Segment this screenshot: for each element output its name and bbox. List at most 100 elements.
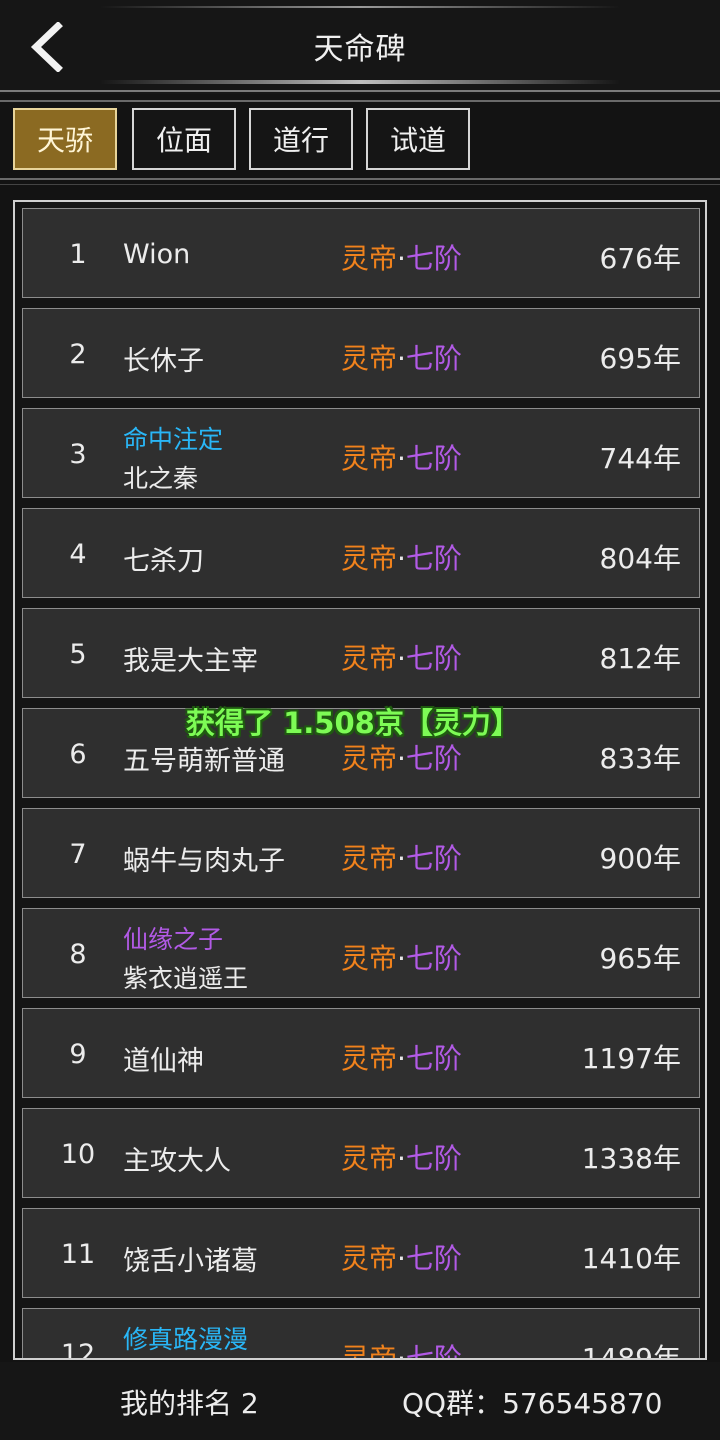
realm-stage: 七阶: [405, 1342, 462, 1360]
cultivation-years: 744年: [599, 442, 681, 475]
realm-separator: ·: [397, 1342, 406, 1360]
realm-stage: 七阶: [405, 1042, 462, 1075]
ranking-row[interactable]: 11 饶舌小诸葛 灵帝·七阶 1410年: [22, 1208, 700, 1298]
cultivation-years: 1197年: [581, 1042, 681, 1075]
rank-number: 11: [60, 1239, 96, 1270]
realm-name: 灵帝: [341, 1042, 398, 1075]
rank-number: 1: [69, 239, 87, 270]
tab-bar: 天骄 位面 道行 试道: [0, 96, 720, 186]
player-name: 道仙神: [123, 1046, 204, 1077]
header-bottom-ornament: [100, 80, 620, 84]
realm-stage: 七阶: [405, 542, 462, 575]
player-name: 北之秦: [123, 464, 199, 493]
rank-number: 10: [60, 1139, 96, 1170]
cultivation-realm: 灵帝·七阶: [341, 737, 462, 777]
top-bar: 天命碑: [0, 0, 720, 94]
realm-separator: ·: [397, 742, 406, 775]
player-name: 紫衣逍遥王: [123, 964, 249, 993]
cultivation-realm: 灵帝·七阶: [341, 637, 462, 677]
player-name: 蜗牛与肉丸子: [123, 846, 285, 877]
rank-number: 3: [69, 439, 87, 470]
realm-separator: ·: [397, 1042, 406, 1075]
header-divider: [0, 90, 720, 92]
cultivation-years: 965年: [599, 942, 681, 975]
rank-number: 9: [69, 1039, 87, 1070]
rank-number: 8: [69, 939, 87, 970]
page-title: 天命碑: [313, 32, 407, 67]
cultivation-years: 676年: [599, 242, 681, 275]
cultivation-realm: 灵帝·七阶: [341, 1137, 462, 1177]
tab-weimian[interactable]: 位面: [132, 108, 236, 170]
player-name: 主攻大人: [123, 1146, 231, 1177]
tab-bar-bottom-line: [0, 178, 720, 180]
ranking-row[interactable]: 3 命中注定北之秦 灵帝·七阶 744年: [22, 408, 700, 498]
realm-name: 灵帝: [341, 442, 398, 475]
realm-name: 灵帝: [341, 642, 398, 675]
ranking-list[interactable]: 1 Wion 灵帝·七阶 676年 2 长休子 灵帝·七阶 695年 3 命中注定 北之秦 灵帝·七阶…: [13, 200, 707, 1360]
ranking-row[interactable]: 1 Wion 灵帝·七阶 676年: [22, 208, 700, 298]
ranking-row[interactable]: 4 七杀刀 灵帝·七阶 804年: [22, 508, 700, 598]
tab-shidao[interactable]: 试道: [366, 108, 470, 170]
rank-number: 6: [69, 739, 87, 770]
ranking-row[interactable]: 10 主攻大人 灵帝·七阶 1338年: [22, 1108, 700, 1198]
cultivation-years: 812年: [599, 642, 681, 675]
ranking-row[interactable]: 9 道仙神 灵帝·七阶 1197年: [22, 1008, 700, 1098]
cultivation-realm: 灵帝·七阶: [341, 537, 462, 577]
realm-name: 灵帝: [341, 1342, 398, 1360]
realm-stage: 七阶: [405, 942, 462, 975]
cultivation-years: 1338年: [581, 1142, 681, 1175]
realm-name: 灵帝: [341, 842, 398, 875]
realm-stage: 七阶: [405, 842, 462, 875]
cultivation-realm: 灵帝·七阶: [341, 337, 462, 377]
realm-separator: ·: [397, 942, 406, 975]
realm-stage: 七阶: [405, 642, 462, 675]
cultivation-realm: 灵帝·七阶: [341, 837, 462, 877]
player-name: 七杀刀: [123, 546, 204, 577]
cultivation-years: 1489年: [581, 1342, 681, 1360]
realm-name: 灵帝: [341, 742, 398, 775]
realm-name: 灵帝: [341, 942, 398, 975]
cultivation-realm: 灵帝·七阶: [341, 937, 462, 977]
tab-bar-bottom-line-2: [0, 184, 720, 185]
cultivation-realm: 灵帝·七阶: [341, 237, 462, 277]
footer-bar: 我的排名 2 QQ群：576545870: [0, 1362, 720, 1440]
player-title: 仙缘之子: [123, 925, 224, 954]
ranking-row[interactable]: 8 仙缘之子紫衣逍遥王 灵帝·七阶 965年: [22, 908, 700, 998]
realm-name: 灵帝: [341, 1242, 398, 1275]
realm-stage: 七阶: [405, 342, 462, 375]
realm-stage: 七阶: [405, 1142, 462, 1175]
cultivation-years: 1410年: [581, 1242, 681, 1275]
realm-separator: ·: [397, 242, 406, 275]
ranking-row[interactable]: 7 蜗牛与肉丸子 灵帝·七阶 900年: [22, 808, 700, 898]
tab-bar-top-line: [0, 100, 720, 102]
player-name: Wion: [123, 239, 191, 270]
rank-number: 4: [69, 539, 87, 570]
realm-stage: 七阶: [405, 442, 462, 475]
realm-name: 灵帝: [341, 1142, 398, 1175]
rank-number: 12: [60, 1339, 96, 1360]
player-name: 我是大主宰: [123, 646, 258, 677]
player-name: 长休子: [123, 346, 204, 377]
tab-daoxing[interactable]: 道行: [249, 108, 353, 170]
ranking-row[interactable]: 2 长休子 灵帝·七阶 695年: [22, 308, 700, 398]
player-title: 命中注定: [123, 425, 224, 454]
ranking-row[interactable]: 12 修真路漫漫 灵帝·七阶 1489年: [22, 1308, 700, 1360]
ranking-row[interactable]: 5 我是大主宰 灵帝·七阶 812年: [22, 608, 700, 698]
realm-name: 灵帝: [341, 342, 398, 375]
rank-number: 5: [69, 639, 87, 670]
tab-tianjiao[interactable]: 天骄: [13, 108, 117, 170]
cultivation-years: 804年: [599, 542, 681, 575]
rank-number: 2: [69, 339, 87, 370]
cultivation-realm: 灵帝·七阶: [341, 1237, 462, 1277]
cultivation-years: 695年: [599, 342, 681, 375]
realm-separator: ·: [397, 842, 406, 875]
realm-name: 灵帝: [341, 542, 398, 575]
my-rank-label: 我的排名 2: [120, 1387, 259, 1420]
qq-group-label: QQ群：576545870: [402, 1387, 663, 1420]
header-top-ornament: [100, 6, 620, 8]
cultivation-years: 900年: [599, 842, 681, 875]
realm-separator: ·: [397, 1242, 406, 1275]
realm-separator: ·: [397, 442, 406, 475]
realm-separator: ·: [397, 542, 406, 575]
cultivation-realm: 灵帝·七阶: [341, 1037, 462, 1077]
